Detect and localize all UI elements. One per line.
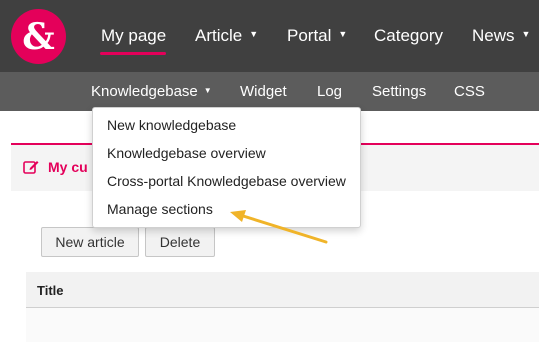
nav-item-my-page[interactable]: My page [101,0,166,72]
menu-item-cross-portal-overview[interactable]: Cross-portal Knowledgebase overview [107,173,346,189]
nav-item-label: News [472,26,515,45]
subnav-item-log[interactable]: Log [317,72,342,111]
table-row [26,308,539,342]
nav-item-category[interactable]: Category [374,0,443,72]
column-header-title[interactable]: Title [37,283,64,298]
top-navbar [0,0,539,72]
menu-item-new-knowledgebase[interactable]: New knowledgebase [107,117,236,133]
caret-down-icon: ▼ [521,29,531,39]
section-title: My cu [48,159,88,175]
caret-down-icon: ▼ [203,86,212,95]
new-article-button[interactable]: New article [41,227,139,257]
menu-item-knowledgebase-overview[interactable]: Knowledgebase overview [107,145,266,161]
subnav-item-label: Widget [240,83,287,100]
caret-down-icon: ▼ [338,29,348,39]
subnav-item-label: Settings [372,83,427,100]
delete-button[interactable]: Delete [145,227,215,257]
caret-down-icon: ▼ [249,29,259,39]
subnav-item-label: Log [317,83,343,100]
subnav-item-label: CSS [454,83,485,100]
nav-item-label: Article [195,26,243,45]
table-header [26,272,539,308]
nav-item-label: Category [374,26,443,45]
nav-item-label: Portal [287,26,332,45]
brand-logo[interactable]: & [11,9,66,64]
subnav-item-settings[interactable]: Settings [372,72,426,111]
subnav-item-css[interactable]: CSS [454,72,485,111]
subnav-item-widget[interactable]: Widget [240,72,287,111]
nav-item-portal[interactable]: Portal ▼ [287,0,347,72]
nav-item-label: My page [101,26,167,45]
subnav-item-knowledgebase[interactable]: Knowledgebase ▼ [91,72,212,111]
nav-item-article[interactable]: Article ▼ [195,0,258,72]
active-tab-indicator [100,52,166,55]
logo-glyph: & [22,15,55,58]
menu-item-manage-sections[interactable]: Manage sections [107,201,213,217]
edit-icon [23,161,39,174]
subnav-item-label: Knowledgebase [91,83,198,100]
nav-item-news[interactable]: News ▼ [472,0,530,72]
